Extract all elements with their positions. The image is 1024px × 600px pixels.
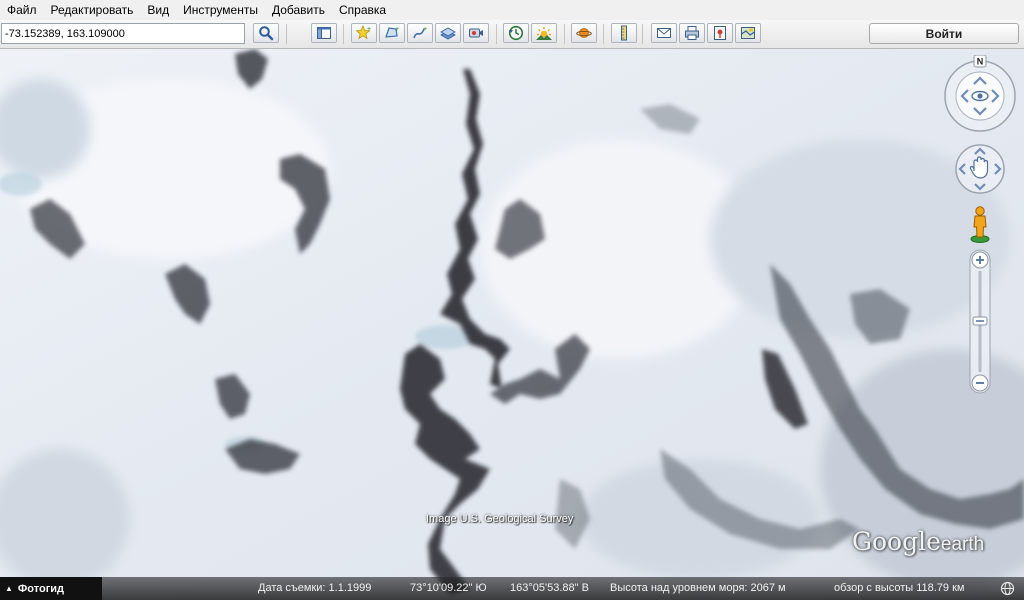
path-icon: + — [413, 26, 427, 39]
save-image-icon — [714, 26, 726, 40]
logo-earth-text: earth — [940, 534, 985, 555]
compass-north-label: N — [977, 57, 984, 67]
sidebar-icon — [317, 27, 331, 39]
placemark-icon: + — [356, 25, 371, 40]
toolbar-separator — [564, 24, 565, 44]
add-polygon-button[interactable]: + — [379, 23, 405, 43]
add-path-button[interactable]: + — [407, 23, 433, 43]
toolbar-separator — [642, 24, 643, 44]
map-view-button[interactable] — [735, 23, 761, 43]
menu-add[interactable]: Добавить — [265, 0, 332, 20]
svg-text:+: + — [423, 26, 427, 33]
status-bar: ▲ Фотогид Дата съемки: 1.1.1999 73°10'09… — [0, 577, 1024, 600]
look-control[interactable]: N — [941, 55, 1019, 133]
map-view-icon — [741, 27, 755, 39]
logo-google-text: Google — [852, 527, 941, 556]
menu-file[interactable]: Файл — [0, 0, 44, 20]
menu-view[interactable]: Вид — [140, 0, 176, 20]
expand-up-icon: ▲ — [5, 584, 13, 593]
historical-imagery-button[interactable] — [503, 23, 529, 43]
svg-text:+: + — [367, 26, 371, 33]
search-input[interactable] — [1, 23, 245, 44]
google-earth-logo: Googleearth — [852, 527, 984, 556]
sidebar-toggle-button[interactable] — [311, 23, 337, 43]
planet-icon — [576, 28, 592, 38]
record-tour-icon — [469, 28, 483, 38]
tour-guide-label: Фотогид — [17, 582, 65, 595]
menu-tools[interactable]: Инструменты — [176, 0, 265, 20]
latitude-readout: 73°10'09.22" Ю — [410, 582, 487, 594]
polygon-icon: + — [385, 26, 399, 38]
historical-imagery-icon — [508, 25, 524, 41]
imagery-date: Дата съемки: 1.1.1999 — [258, 582, 372, 594]
menu-help[interactable]: Справка — [332, 0, 393, 20]
zoom-out-button[interactable] — [971, 374, 989, 392]
email-button[interactable] — [651, 23, 677, 43]
pegman-icon[interactable] — [969, 205, 991, 243]
ruler-icon — [621, 25, 627, 41]
add-image-overlay-button[interactable] — [435, 23, 461, 43]
eye-icon — [971, 90, 989, 102]
elevation-readout: Высота над уровнем моря: 2067 м — [610, 582, 786, 594]
record-tour-button[interactable] — [463, 23, 489, 43]
ruler-button[interactable] — [611, 23, 637, 43]
zoom-in-button[interactable] — [971, 251, 989, 269]
print-icon — [685, 26, 699, 40]
email-icon — [657, 28, 671, 38]
sunlight-button[interactable] — [531, 23, 557, 43]
menu-edit[interactable]: Редактировать — [44, 0, 141, 20]
sunlight-icon — [536, 27, 552, 40]
toolbar-separator — [343, 24, 344, 44]
print-button[interactable] — [679, 23, 705, 43]
menu-bar: Файл Редактировать Вид Инструменты Добав… — [0, 0, 1024, 21]
zoom-level-handle[interactable] — [972, 316, 988, 326]
toolbar-separator — [603, 24, 604, 44]
image-overlay-icon — [440, 27, 456, 40]
toolbar-separator — [286, 24, 287, 44]
streaming-globe-icon — [1000, 581, 1015, 596]
eye-altitude-readout: обзор с высоты 118.79 км — [834, 582, 965, 594]
search-button[interactable] — [253, 23, 279, 43]
zoom-slider[interactable] — [969, 249, 991, 394]
map-view[interactable]: Image U.S. Geological Survey Googleearth… — [0, 49, 1024, 600]
save-image-button[interactable] — [707, 23, 733, 43]
toolbar: + + + — [0, 20, 1024, 49]
pan-control[interactable] — [954, 143, 1006, 195]
imagery-attribution: Image U.S. Geological Survey — [426, 513, 574, 525]
toolbar-separator — [496, 24, 497, 44]
search-icon — [259, 26, 274, 41]
longitude-readout: 163°05'53.88" В — [510, 582, 589, 594]
tour-guide-button[interactable]: ▲ Фотогид — [0, 577, 102, 600]
svg-text:+: + — [395, 26, 399, 33]
switch-planet-button[interactable] — [571, 23, 597, 43]
add-placemark-button[interactable]: + — [351, 23, 377, 43]
signin-button[interactable]: Войти — [869, 23, 1019, 44]
